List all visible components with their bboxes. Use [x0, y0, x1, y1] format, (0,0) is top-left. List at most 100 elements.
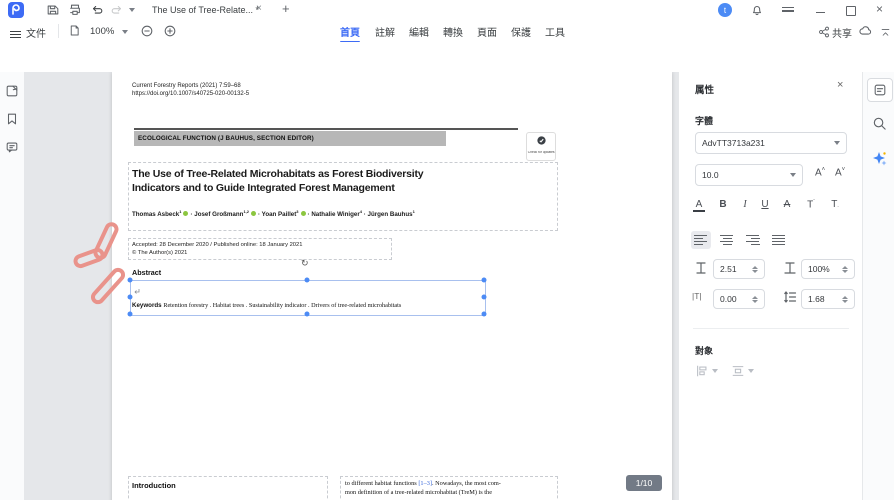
superscript-icon[interactable]: Tˉ: [803, 199, 819, 210]
notifications-bell-icon[interactable]: [750, 3, 764, 17]
word-spacing-icon: |T|: [692, 291, 702, 301]
journal-citation: Current Forestry Reports (2021) 7:59–68: [132, 82, 249, 90]
font-size-select[interactable]: 10.0: [695, 164, 803, 186]
ink-annotation[interactable]: [70, 214, 154, 310]
titlebar: The Use of Tree-Relate... * × + t ×: [0, 0, 894, 21]
pdf-editor-window: The Use of Tree-Relate... * × + t × 文件 1…: [0, 0, 894, 500]
bookmarks-panel-icon[interactable]: [5, 112, 19, 131]
page-indicator[interactable]: 1/10: [626, 475, 662, 491]
selection-handle[interactable]: [482, 278, 487, 283]
introduction-heading: Introduction: [132, 481, 176, 490]
keywords-body: Retention forestry . Habitat trees . Sus…: [163, 302, 401, 309]
selection-handle[interactable]: [482, 312, 487, 317]
object-section-label: 對象: [695, 344, 713, 357]
accepted-line: Accepted: 28 December 2020 / Published o…: [132, 241, 302, 249]
font-family-value: AdvTT3713a231: [702, 138, 765, 148]
doi-link: https://doi.org/10.1007/s40725-020-00132…: [132, 90, 249, 98]
strikethrough-icon[interactable]: A: [779, 199, 795, 210]
paper-title-line1: The Use of Tree-Related Microhabitats as…: [132, 167, 562, 181]
print-icon[interactable]: [68, 3, 82, 17]
font-color-icon[interactable]: A: [693, 199, 705, 212]
ribbon-tab-protect[interactable]: 保護: [511, 24, 531, 39]
pdf-page[interactable]: Current Forestry Reports (2021) 7:59–68 …: [112, 72, 672, 500]
save-icon[interactable]: [46, 3, 60, 17]
window-close-icon[interactable]: ×: [876, 2, 883, 16]
ribbon-tab-convert[interactable]: 轉換: [443, 24, 463, 39]
ribbon-tab-tools[interactable]: 工具: [545, 24, 565, 39]
zoom-dropdown-icon[interactable]: [122, 30, 128, 34]
align-center-icon[interactable]: [717, 231, 737, 249]
line-spacing-input[interactable]: 1.68: [801, 289, 855, 309]
subscript-icon[interactable]: T.: [827, 199, 843, 210]
new-tab-button[interactable]: +: [282, 1, 290, 16]
bold-icon[interactable]: B: [715, 199, 731, 210]
redo-icon[interactable]: [110, 3, 124, 17]
text-selection-box[interactable]: [130, 280, 486, 316]
cloud-help-icon[interactable]: [858, 24, 872, 43]
tab-close-icon[interactable]: ×: [256, 3, 262, 14]
page-fit-icon[interactable]: [68, 24, 81, 42]
share-icon[interactable]: [818, 25, 830, 43]
selection-handle[interactable]: [305, 312, 310, 317]
file-menu[interactable]: 文件: [26, 25, 46, 40]
collapse-toolbar-icon[interactable]: [880, 25, 891, 43]
document-canvas[interactable]: Current Forestry Reports (2021) 7:59–68 …: [24, 72, 678, 500]
thumbnails-panel-icon[interactable]: [5, 84, 19, 103]
introduction-text: to different habitat functions [1–3]. No…: [345, 479, 555, 497]
share-label[interactable]: 共享: [832, 25, 852, 40]
line-spacing-icon: [783, 290, 797, 309]
selection-handle[interactable]: [305, 278, 310, 283]
ribbon-tab-edit[interactable]: 編輯: [409, 24, 429, 39]
orcid-icon: [301, 211, 306, 216]
section-banner: ECOLOGICAL FUNCTION (J BAUHUS, SECTION E…: [134, 131, 446, 146]
divider: [693, 328, 849, 329]
undo-icon[interactable]: [90, 3, 104, 17]
ai-assistant-icon[interactable]: [871, 150, 888, 172]
orcid-icon: [183, 211, 188, 216]
window-maximize-icon[interactable]: [846, 6, 856, 16]
word-spacing-input[interactable]: 0.00: [713, 289, 765, 309]
toolbar: 高亮 標簽 編輯文本 添加文本 OCR識別: [0, 42, 894, 73]
distribute-objects-dropdown[interactable]: [731, 364, 754, 378]
check-updates-badge[interactable]: Check for updates: [526, 132, 556, 161]
properties-panel-toggle[interactable]: [867, 78, 893, 102]
search-icon[interactable]: [872, 116, 887, 136]
ribbon-tab-home[interactable]: 首頁: [340, 24, 360, 39]
paper-title-line2: Indicators and to Guide Integrated Fores…: [132, 181, 562, 195]
file-menu-icon: [10, 29, 21, 40]
italic-icon[interactable]: I: [737, 199, 753, 210]
increase-font-icon[interactable]: A˄: [815, 167, 825, 178]
align-left-icon[interactable]: [691, 231, 711, 249]
copyright-line: © The Author(s) 2021: [132, 249, 302, 257]
align-objects-dropdown[interactable]: [695, 364, 718, 378]
window-minimize-icon[interactable]: [816, 12, 825, 13]
align-justify-icon[interactable]: [769, 231, 789, 249]
horizontal-scale-input[interactable]: 100%: [801, 259, 855, 279]
main-menu-icon[interactable]: [782, 5, 794, 14]
authors-line: Thomas Asbeck1· Josef Großmann1,2· Yoan …: [132, 209, 415, 218]
align-right-icon[interactable]: [743, 231, 763, 249]
ribbon-tab-page[interactable]: 頁面: [477, 24, 497, 39]
decrease-font-icon[interactable]: A˅: [835, 167, 845, 178]
char-spacing-icon: [695, 261, 707, 280]
document-tab[interactable]: The Use of Tree-Relate... *: [152, 0, 272, 20]
orcid-icon: [251, 211, 256, 216]
selection-handle[interactable]: [482, 295, 487, 300]
panel-close-icon[interactable]: ×: [837, 79, 843, 91]
zoom-out-icon[interactable]: [140, 24, 154, 43]
selection-handle[interactable]: [128, 312, 133, 317]
zoom-level-value[interactable]: 100%: [90, 26, 114, 37]
history-dropdown-icon[interactable]: [129, 8, 135, 12]
underline-icon[interactable]: U: [757, 199, 773, 210]
header-rule: [134, 128, 518, 130]
comments-panel-icon[interactable]: [5, 140, 19, 159]
font-section-label: 字體: [695, 114, 713, 127]
account-avatar[interactable]: t: [718, 3, 732, 17]
ribbon-tab-comment[interactable]: 註解: [375, 24, 395, 39]
font-family-select[interactable]: AdvTT3713a231: [695, 132, 847, 154]
char-spacing-input[interactable]: 2.51: [713, 259, 765, 279]
rotate-handle-icon[interactable]: ↻: [301, 258, 309, 269]
citation-link[interactable]: [1–3]: [418, 480, 432, 487]
panel-title: 属性: [695, 82, 714, 96]
zoom-in-icon[interactable]: [163, 24, 177, 43]
